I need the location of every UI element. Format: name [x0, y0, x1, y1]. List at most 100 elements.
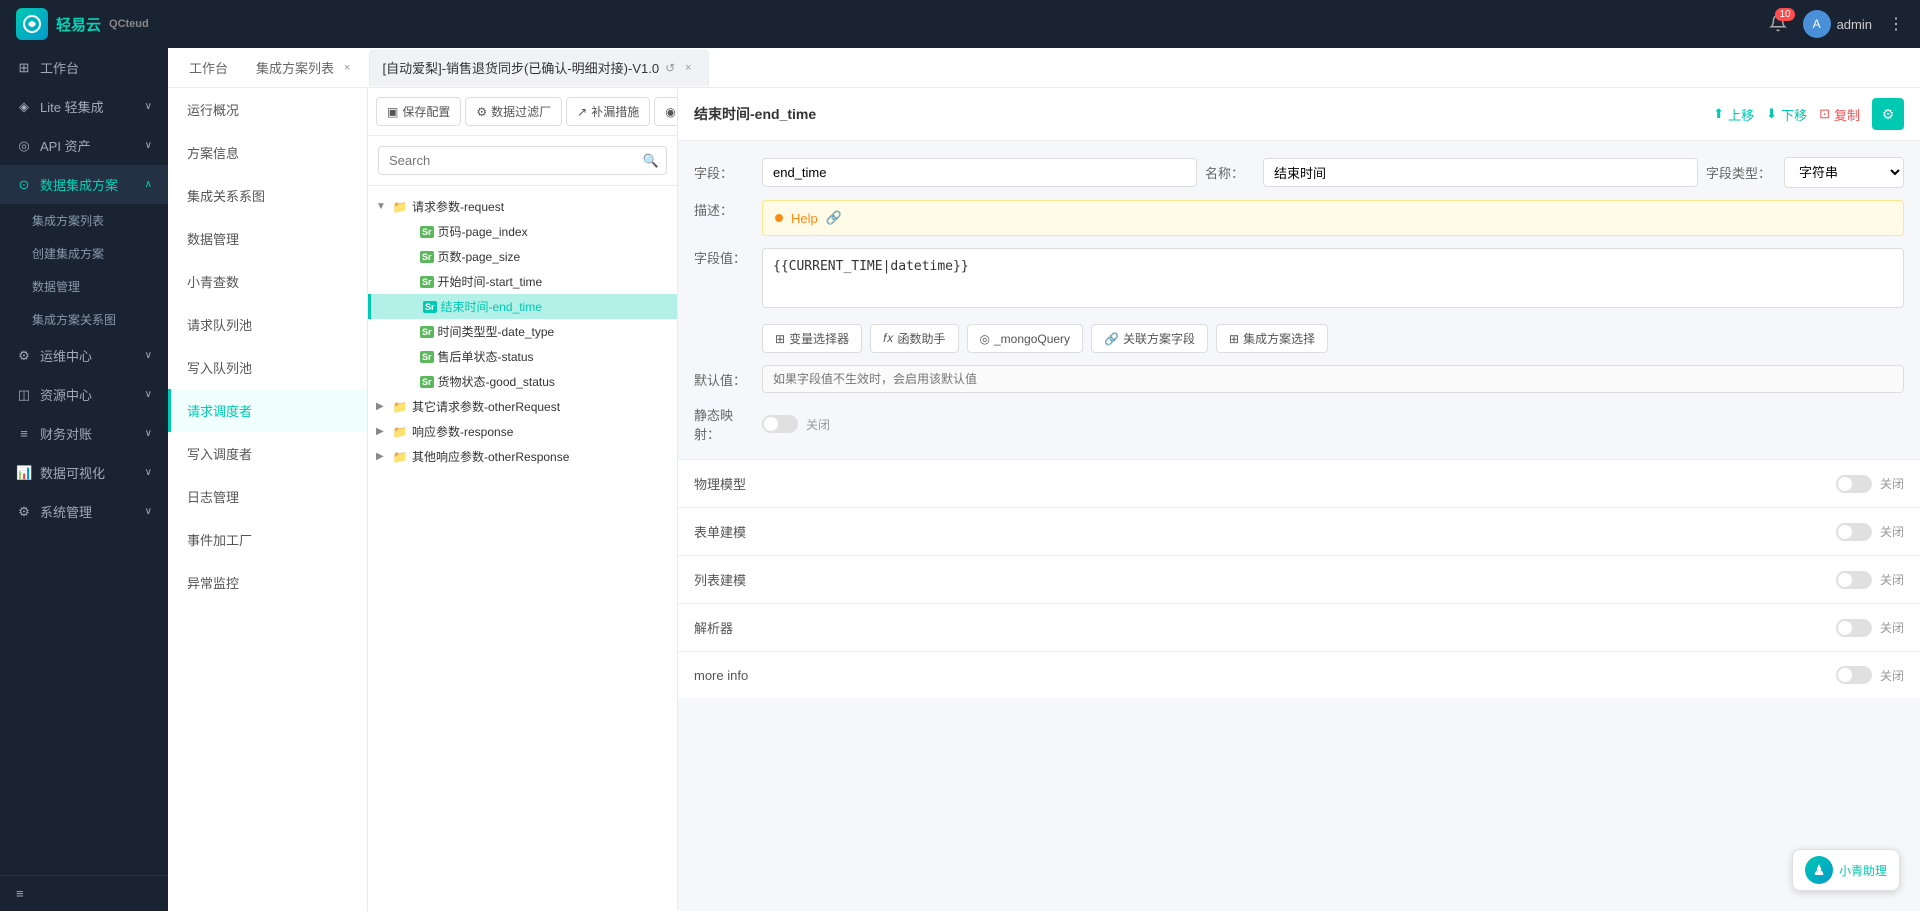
- tab-solution-edit-close[interactable]: ×: [681, 60, 695, 76]
- tree-node-date-type[interactable]: Sr 时间类型型-date_type: [368, 319, 677, 344]
- assistant-label: 小青助理: [1839, 862, 1887, 879]
- sidebar-item-system[interactable]: ⚙ 系统管理 ∨: [0, 492, 168, 531]
- nav-data-manage[interactable]: 数据管理: [168, 217, 367, 260]
- help-dot: [775, 214, 783, 222]
- nav-write-debugger[interactable]: 写入调度者: [168, 432, 367, 475]
- api-view-button[interactable]: ◉ 接口信息视图: [654, 97, 677, 126]
- sidebar-label-visualization: 数据可视化: [40, 463, 105, 482]
- logo-area: 轻易云 QCteud: [16, 8, 176, 40]
- sidebar-label-api: API 资产: [40, 136, 91, 155]
- nav-request-debugger[interactable]: 请求调度者: [168, 389, 367, 432]
- tree-node-other-response[interactable]: ▶ 📁 其他响应参数-otherResponse: [368, 444, 677, 469]
- tree-node-page-index[interactable]: Sr 页码-page_index: [368, 219, 677, 244]
- nav-xiao-qing[interactable]: 小青查数: [168, 260, 367, 303]
- field-name-value[interactable]: [1263, 158, 1698, 187]
- form-build-toggle[interactable]: 关闭: [1836, 523, 1904, 541]
- nav-event-factory[interactable]: 事件加工厂: [168, 518, 367, 561]
- tab-refresh-icon[interactable]: ↺: [665, 61, 675, 75]
- field-name-input[interactable]: [762, 158, 1197, 187]
- tree-node-request-params[interactable]: ▼ 📁 请求参数-request: [368, 194, 677, 219]
- nav-solution-info[interactable]: 方案信息: [168, 131, 367, 174]
- more-info-title: more info: [694, 668, 748, 683]
- notification-badge: 10: [1775, 8, 1794, 21]
- data-filter-button[interactable]: ⚙ 数据过滤厂: [465, 97, 562, 126]
- user-area[interactable]: A admin: [1803, 10, 1872, 38]
- related-field-button[interactable]: 🔗 关联方案字段: [1091, 324, 1208, 353]
- tree-node-good-status[interactable]: Sr 货物状态-good_status: [368, 369, 677, 394]
- sidebar-sub-solution-list[interactable]: 集成方案列表: [8, 204, 168, 237]
- field-icon-str5: Sr: [420, 326, 434, 338]
- sidebar-item-operation[interactable]: ⚙ 运维中心 ∨: [0, 336, 168, 375]
- field-icon-str4: Sr: [423, 301, 437, 313]
- toggle-parser[interactable]: [1836, 619, 1872, 637]
- variable-selector-button[interactable]: ⊞ 变量选择器: [762, 324, 862, 353]
- field-type-select[interactable]: 字符串 整数 小数 布尔值 日期时间: [1784, 157, 1904, 188]
- sidebar-item-api[interactable]: ◎ API 资产 ∨: [0, 126, 168, 165]
- field-icon-str3: Sr: [420, 276, 434, 288]
- nav-log-manage[interactable]: 日志管理: [168, 475, 367, 518]
- toggle-list[interactable]: [1836, 571, 1872, 589]
- more-info-toggle[interactable]: 关闭: [1836, 666, 1904, 684]
- solution-select-button[interactable]: ⊞ 集成方案选择: [1216, 324, 1328, 353]
- copy-button[interactable]: ⊡ 复制: [1819, 105, 1860, 124]
- field-detail-title: 结束时间-end_time: [694, 104, 816, 124]
- sidebar-item-data-solution[interactable]: ⊙ 数据集成方案 ∧: [0, 165, 168, 204]
- toggle-physical[interactable]: [1836, 475, 1872, 493]
- tree-container[interactable]: ▼ 📁 请求参数-request Sr 页码-page_index: [368, 186, 677, 911]
- sidebar-sub-create[interactable]: 创建集成方案: [8, 237, 168, 270]
- value-container: {{CURRENT_TIME|datetime}} ⊞ 变量选择器 𝑓𝑥 函数助…: [762, 248, 1904, 353]
- default-input[interactable]: [762, 365, 1904, 393]
- up-button[interactable]: ⬆ 上移: [1713, 105, 1754, 124]
- nav-relation-map[interactable]: 集成关系系图: [168, 174, 367, 217]
- tree-node-response[interactable]: ▶ 📁 响应参数-response: [368, 419, 677, 444]
- tab-bar: 工作台 集成方案列表 × [自动爱梨]-销售退货同步(已确认-明细对接)-V1.…: [168, 48, 1920, 88]
- list-build-toggle[interactable]: 关闭: [1836, 571, 1904, 589]
- field-icon-str6: Sr: [420, 351, 434, 363]
- field-icon-str: Sr: [420, 226, 434, 238]
- mongo-query-button[interactable]: ◎ _mongoQuery: [967, 324, 1084, 353]
- nav-exception-monitor[interactable]: 异常监控: [168, 561, 367, 604]
- save-config-button[interactable]: ▣ 保存配置: [376, 97, 461, 126]
- static-map-toggle-switch[interactable]: [762, 415, 798, 433]
- sidebar-sub-data-manage[interactable]: 数据管理: [8, 270, 168, 303]
- nav-write-queue[interactable]: 写入队列池: [168, 346, 367, 389]
- help-icon[interactable]: 🔗: [826, 210, 842, 226]
- physical-model-toggle[interactable]: 关闭: [1836, 475, 1904, 493]
- tree-node-start-time[interactable]: Sr 开始时间-start_time: [368, 269, 677, 294]
- search-input[interactable]: [378, 146, 667, 175]
- toggle-knob-more: [1838, 668, 1852, 682]
- toggle-form[interactable]: [1836, 523, 1872, 541]
- tree-node-other-request[interactable]: ▶ 📁 其它请求参数-otherRequest: [368, 394, 677, 419]
- tab-solution-list-close[interactable]: ×: [340, 60, 354, 76]
- function-helper-button[interactable]: 𝑓𝑥 函数助手: [870, 324, 958, 353]
- gear-button[interactable]: ⚙: [1872, 98, 1904, 130]
- tab-workbench[interactable]: 工作台: [176, 50, 241, 86]
- nav-request-queue[interactable]: 请求队列池: [168, 303, 367, 346]
- tree-node-page-size[interactable]: Sr 页数-page_size: [368, 244, 677, 269]
- notification-button[interactable]: 10: [1769, 14, 1787, 35]
- op-chevron: ∨: [145, 350, 152, 361]
- middle-panel: ▣ 保存配置 ⚙ 数据过滤厂 ↗ 补漏措施 ◉: [368, 88, 678, 911]
- tree-node-status[interactable]: Sr 售后单状态-status: [368, 344, 677, 369]
- sidebar-item-finance[interactable]: ≡ 财务对账 ∨: [0, 414, 168, 453]
- sidebar-item-visualization[interactable]: 📊 数据可视化 ∨: [0, 453, 168, 492]
- down-button[interactable]: ⬇ 下移: [1766, 105, 1807, 124]
- supplement-button[interactable]: ↗ 补漏措施: [566, 97, 650, 126]
- more-button[interactable]: ⋮: [1888, 14, 1904, 34]
- sidebar-item-lite[interactable]: ◈ Lite 轻集成 ∨: [0, 87, 168, 126]
- tab-solution-edit[interactable]: [自动爱梨]-销售退货同步(已确认-明细对接)-V1.0 ↺ ×: [369, 50, 708, 86]
- static-map-toggle[interactable]: 关闭: [762, 415, 830, 433]
- value-area[interactable]: {{CURRENT_TIME|datetime}}: [762, 248, 1904, 308]
- nav-overview[interactable]: 运行概况: [168, 88, 367, 131]
- sidebar-item-resource[interactable]: ◫ 资源中心 ∨: [0, 375, 168, 414]
- parser-toggle[interactable]: 关闭: [1836, 619, 1904, 637]
- sidebar-item-workbench[interactable]: ⊞ 工作台: [0, 48, 168, 87]
- assistant-button[interactable]: ♟ 小青助理: [1792, 849, 1900, 891]
- tree-node-end-time[interactable]: Sr 结束时间-end_time: [368, 294, 677, 319]
- tab-solution-list[interactable]: 集成方案列表 ×: [243, 50, 367, 86]
- toggle-more[interactable]: [1836, 666, 1872, 684]
- sidebar-sub-relation[interactable]: 集成方案关系图: [8, 303, 168, 336]
- query-icon: ◎: [980, 332, 990, 346]
- sidebar-collapse[interactable]: ≡: [0, 875, 168, 911]
- static-map-row: 静态映射： 关闭: [694, 405, 1904, 443]
